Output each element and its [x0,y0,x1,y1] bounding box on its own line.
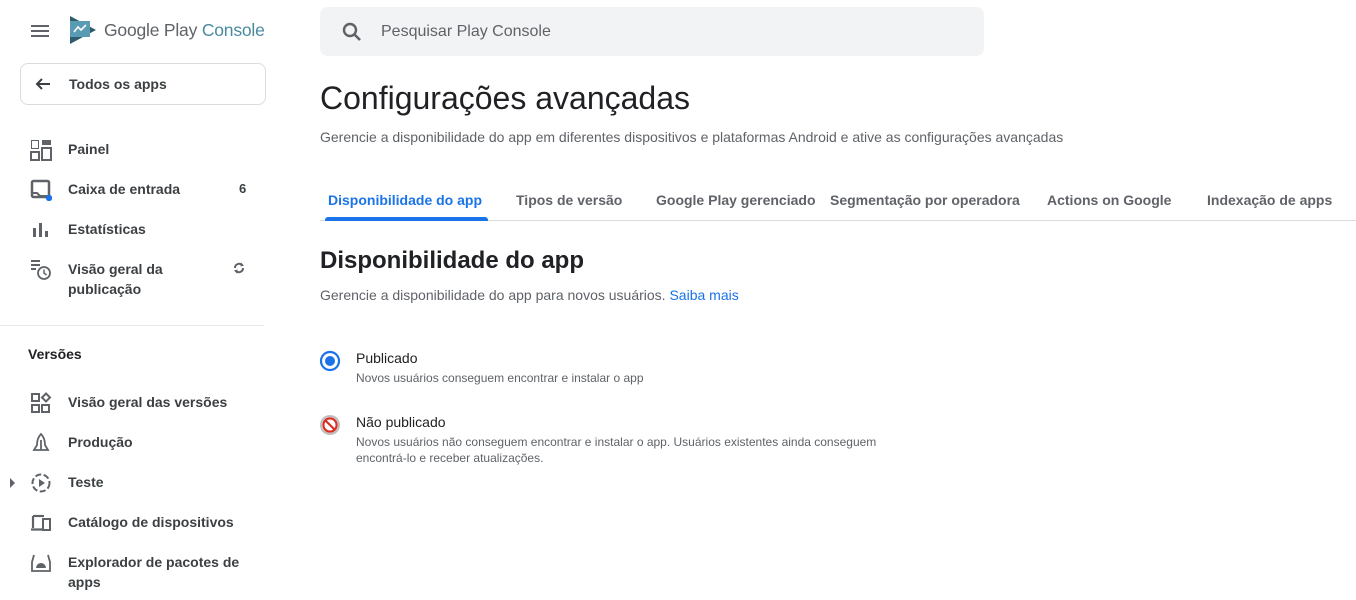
radio-selected-icon[interactable] [318,349,342,373]
search-icon[interactable] [341,21,363,43]
prohibited-icon[interactable] [318,413,342,437]
sidebar-item-label: Produção [68,434,133,450]
sidebar: Google Play Console Todos os apps Painel… [0,0,280,600]
google-play-console-logo[interactable]: Google Play Console [68,15,265,45]
availability-description: Gerencie a disponibilidade do app para n… [320,287,739,303]
option-unpublished-description: Novos usuários não conseguem encontrar e… [356,435,877,465]
option-published-description: Novos usuários conseguem encontrar e ins… [356,371,644,385]
testing-icon [31,473,51,493]
releases-section-title: Versões [28,346,82,362]
sidebar-divider [0,325,264,326]
android-bundle-icon [31,554,51,572]
menu-icon[interactable] [28,19,52,43]
active-tab-indicator [325,217,488,221]
sidebar-item-label: Catálogo de dispositivos [68,514,234,530]
sidebar-item-label: Visão geral da publicação [68,261,163,297]
sidebar-item-label: Visão geral das versões [68,394,228,410]
sidebar-item-label: Teste [68,474,104,490]
tab-app-availability[interactable]: Disponibilidade do app [328,192,482,208]
tab-actions-on-google[interactable]: Actions on Google [1047,192,1171,208]
play-console-logo-icon [70,16,96,44]
tab-release-types[interactable]: Tipos de versão [516,192,622,208]
tab-managed-google-play[interactable]: Google Play gerenciado [656,192,816,208]
sidebar-item-label: Estatísticas [68,221,146,237]
option-unpublished[interactable]: Não publicado Novos usuários não consegu… [318,413,916,466]
sidebar-item-label: Explorador de pacotes de apps [68,554,240,590]
expand-arrow-icon[interactable] [10,478,15,488]
option-published-title: Publicado [356,350,418,366]
dashboard-icon [30,140,52,161]
inbox-icon [30,179,52,201]
learn-more-link[interactable]: Saiba mais [669,287,738,303]
all-apps-label: Todos os apps [69,76,167,92]
page-title: Configurações avançadas [320,80,691,116]
arrow-back-icon [35,78,50,90]
devices-icon [31,514,51,531]
releases-overview-icon [31,392,52,413]
search-input[interactable] [381,22,941,41]
publishing-overview-icon [31,260,51,280]
availability-heading: Disponibilidade do app [320,247,584,274]
sidebar-item-label: Painel [68,141,110,157]
availability-description-text: Gerencie a disponibilidade do app para n… [320,287,666,303]
logo-text: Google Play Console [104,19,265,40]
search-bar[interactable] [320,7,984,56]
all-apps-button[interactable]: Todos os apps [20,63,266,105]
bar-chart-icon [33,223,48,237]
rocket-icon [32,432,50,451]
option-published[interactable]: Publicado Novos usuários conseguem encon… [318,349,916,386]
settings-tabs: Disponibilidade do app Tipos de versão G… [320,180,1356,221]
page-subtitle: Gerencie a disponibilidade do app em dif… [320,129,1064,145]
tab-carrier-targeting[interactable]: Segmentação por operadora [830,192,1020,208]
sync-icon [234,262,244,274]
inbox-count-badge: 6 [239,181,247,196]
sidebar-item-label: Caixa de entrada [68,181,181,197]
option-unpublished-title: Não publicado [356,414,446,430]
tab-app-indexing[interactable]: Indexação de apps [1207,192,1332,208]
